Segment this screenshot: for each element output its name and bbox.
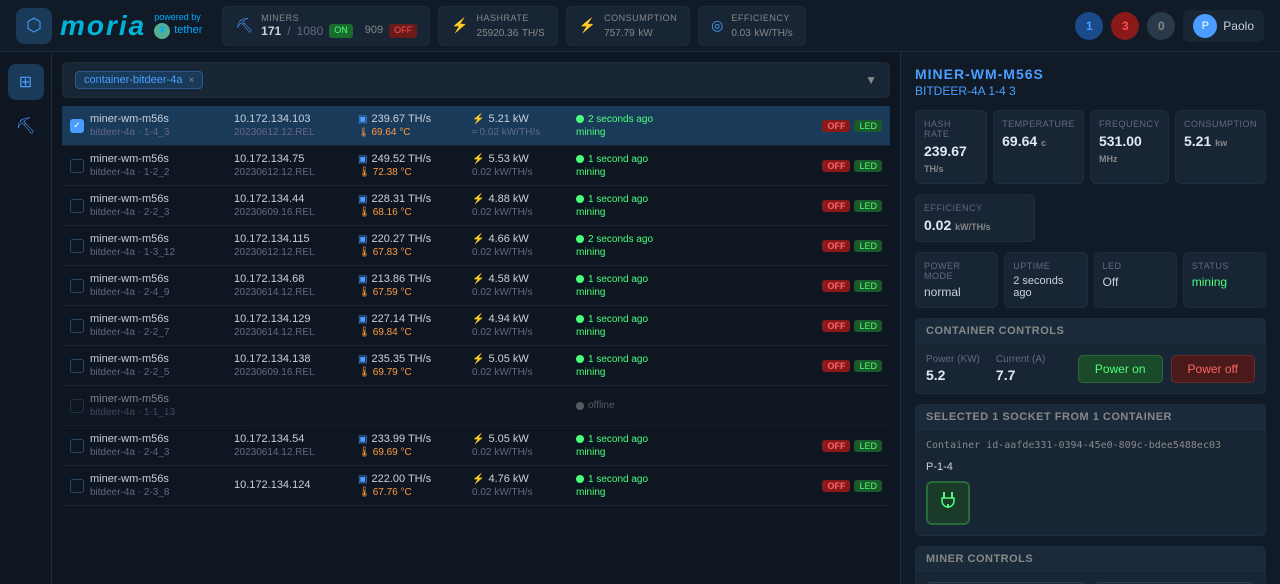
efficiency-row: Efficiency 0.02 kW/TH/s — [915, 194, 1266, 242]
miner-status-0: 2 seconds ago mining — [576, 114, 818, 138]
miner-badges-0: OFF LED — [822, 120, 882, 132]
miners-icon: ⛏ — [235, 17, 253, 34]
led-card: LED Off — [1094, 252, 1177, 308]
power-btn-row: Power on Power off — [1078, 355, 1255, 383]
logo: ⬡ moria powered by ₮ tether — [16, 8, 202, 44]
badge-on: ON — [329, 24, 353, 38]
detail-title: MINER-WM-M56S — [915, 66, 1266, 82]
main-layout: ⊞ ⛏ container-bitdeer-4a × ▼ — [0, 52, 1280, 584]
filter-close[interactable]: × — [188, 75, 194, 86]
hashrate-value: 25920.36 TH/S — [477, 24, 545, 39]
sidebar-item-dashboard[interactable]: ⊞ — [8, 64, 44, 100]
logo-sub: powered by ₮ tether — [154, 12, 202, 39]
tether-icon: ₮ — [154, 23, 170, 39]
socket-icon-symbol — [936, 488, 960, 518]
nav-right: 1 3 0 P Paolo — [1075, 10, 1264, 42]
miner-row[interactable]: miner-wm-m56sbitdeer-4a · 2-2_3 10.172.1… — [62, 186, 890, 226]
consumption-value: 757.79 kW — [604, 24, 677, 39]
socket-icon[interactable] — [926, 481, 970, 525]
stat-miners: ⛏ Miners 171 / 1080 ON 909 OFF — [222, 6, 430, 46]
miner-row[interactable]: miner-wm-m56sbitdeer-4a · 2-4_9 10.172.1… — [62, 266, 890, 306]
uptime-card: Uptime 2 seconds ago — [1004, 252, 1087, 308]
miner-ip-0: 10.172.134.103 20230612.12.REL — [234, 113, 354, 138]
socket-section: Selected 1 Socket from 1 Container Conta… — [915, 404, 1266, 536]
stat-efficiency: ◎ Efficiency 0.03 kW/TH/s — [698, 6, 806, 46]
user-area[interactable]: P Paolo — [1183, 10, 1264, 42]
stat-card-hashrate: Hash rate 239.67 TH/s — [915, 110, 987, 184]
container-controls-body: Power (KW) 5.2 Current (A) 7.7 Power on … — [915, 344, 1266, 394]
miner-controls-header: Miner Controls — [915, 546, 1266, 572]
sidebar: ⊞ ⛏ — [0, 52, 52, 584]
socket-label: P-1-4 — [926, 461, 1255, 473]
app-name: moria — [60, 10, 146, 42]
miner-info-0: miner-wm-m56s bitdeer-4a · 1-4_3 — [90, 113, 230, 138]
power-on-button[interactable]: Power on — [1078, 355, 1163, 383]
consumption-icon: ⚡ — [579, 17, 596, 34]
miner-row[interactable]: miner-wm-m56sbitdeer-4a · 1-3_12 10.172.… — [62, 226, 890, 266]
nav-stats: ⛏ Miners 171 / 1080 ON 909 OFF ⚡ Hashrat… — [222, 6, 1075, 46]
checkbox-0[interactable] — [70, 119, 84, 133]
detail-subtitle: BITDEER-4A 1-4 3 — [915, 84, 1266, 98]
stat-consumption: ⚡ Consumption 757.79 kW — [566, 6, 690, 46]
miner-hashrate-0: ▣ 239.67 TH/s 🌡 69.64 °C — [358, 113, 468, 138]
logo-icon[interactable]: ⬡ — [16, 8, 52, 44]
miners-content: Miners 171 / 1080 ON 909 OFF — [261, 13, 417, 38]
socket-body: Container id-aafde331-0394-45e0-809c-bde… — [915, 430, 1266, 536]
miners-sub: 171 / 1080 ON 909 OFF — [261, 24, 417, 38]
stat-card-temp: Temperature 69.64 c — [993, 110, 1084, 184]
efficiency-value: 0.03 kW/TH/s — [731, 24, 792, 39]
filter-tag-label: container-bitdeer-4a — [84, 74, 182, 86]
stat-card-eff: Efficiency 0.02 kW/TH/s — [915, 194, 1035, 242]
socket-section-header: Selected 1 Socket from 1 Container — [915, 404, 1266, 430]
miner-table: miner-wm-m56s bitdeer-4a · 1-4_3 10.172.… — [62, 106, 890, 574]
notif-red[interactable]: 3 — [1111, 12, 1139, 40]
miner-row[interactable]: miner-wm-m56sbitdeer-4a · 1-2_2 10.172.1… — [62, 146, 890, 186]
stat-card-freq: Frequency 531.00 MHz — [1090, 110, 1169, 184]
current-a-item: Current (A) 7.7 — [996, 354, 1050, 383]
miner-controls-body: Reboot LED's on LED's off Power Mode — [915, 572, 1266, 584]
mode-row: Power mode normal Uptime 2 seconds ago L… — [915, 252, 1266, 308]
miner-row[interactable]: miner-wm-m56sbitdeer-4a · 2-2_7 10.172.1… — [62, 306, 890, 346]
status-card: Status mining — [1183, 252, 1266, 308]
consumption-content: Consumption 757.79 kW — [604, 13, 677, 39]
sidebar-item-miners[interactable]: ⛏ — [8, 108, 44, 144]
stat-hashrate: ⚡ Hashrate 25920.36 TH/S — [438, 6, 558, 46]
filter-tag[interactable]: container-bitdeer-4a × — [75, 71, 203, 89]
user-avatar: P — [1193, 14, 1217, 38]
miner-row[interactable]: miner-wm-m56sbitdeer-4a · 2-2_5 10.172.1… — [62, 346, 890, 386]
stat-card-consumption: Consumption 5.21 kw — [1175, 110, 1266, 184]
hashrate-content: Hashrate 25920.36 TH/S — [477, 13, 545, 39]
tether-logo: ₮ tether — [154, 23, 202, 39]
row-checkbox-0[interactable] — [70, 119, 86, 133]
miner-controls-section: Miner Controls Reboot LED's on LED's off… — [915, 546, 1266, 584]
efficiency-icon: ◎ — [711, 17, 723, 34]
miner-list-panel: container-bitdeer-4a × ▼ miner-wm-m56s b… — [52, 52, 900, 584]
notif-gray[interactable]: 0 — [1147, 12, 1175, 40]
stats-grid: Hash rate 239.67 TH/s Temperature 69.64 … — [915, 110, 1266, 184]
power-info: Power (KW) 5.2 Current (A) 7.7 — [926, 354, 1050, 383]
hashrate-icon: ⚡ — [451, 17, 468, 34]
filter-bar: container-bitdeer-4a × ▼ — [62, 62, 890, 98]
filter-arrow[interactable]: ▼ — [865, 73, 877, 87]
container-controls: Power (KW) 5.2 Current (A) 7.7 Power on … — [926, 354, 1255, 383]
miner-detail-panel: MINER-WM-M56S BITDEER-4A 1-4 3 Hash rate… — [900, 52, 1280, 584]
container-controls-header: Container Controls — [915, 318, 1266, 344]
miner-row[interactable]: miner-wm-m56sbitdeer-4a · 1-1_13 offline — [62, 386, 890, 426]
power-off-button[interactable]: Power off — [1171, 355, 1255, 383]
badge-off: OFF — [389, 24, 417, 38]
user-name: Paolo — [1223, 19, 1254, 33]
notif-blue[interactable]: 1 — [1075, 12, 1103, 40]
top-nav: ⬡ moria powered by ₮ tether ⛏ Miners 171… — [0, 0, 1280, 52]
miner-row[interactable]: miner-wm-m56s bitdeer-4a · 1-4_3 10.172.… — [62, 106, 890, 146]
content: container-bitdeer-4a × ▼ miner-wm-m56s b… — [52, 52, 1280, 584]
power-mode-card: Power mode normal — [915, 252, 998, 308]
efficiency-content: Efficiency 0.03 kW/TH/s — [731, 13, 792, 39]
miner-row[interactable]: miner-wm-m56sbitdeer-4a · 2-4_3 10.172.1… — [62, 426, 890, 466]
row-checkbox-1[interactable] — [70, 159, 86, 173]
miner-row[interactable]: miner-wm-m56sbitdeer-4a · 2-3_8 10.172.1… — [62, 466, 890, 506]
miner-power-0: ⚡ 5.21 kW ≈ 0.02 kW/TH/s — [472, 113, 572, 138]
container-id: Container id-aafde331-0394-45e0-809c-bde… — [926, 440, 1255, 451]
power-kw-item: Power (KW) 5.2 — [926, 354, 980, 383]
